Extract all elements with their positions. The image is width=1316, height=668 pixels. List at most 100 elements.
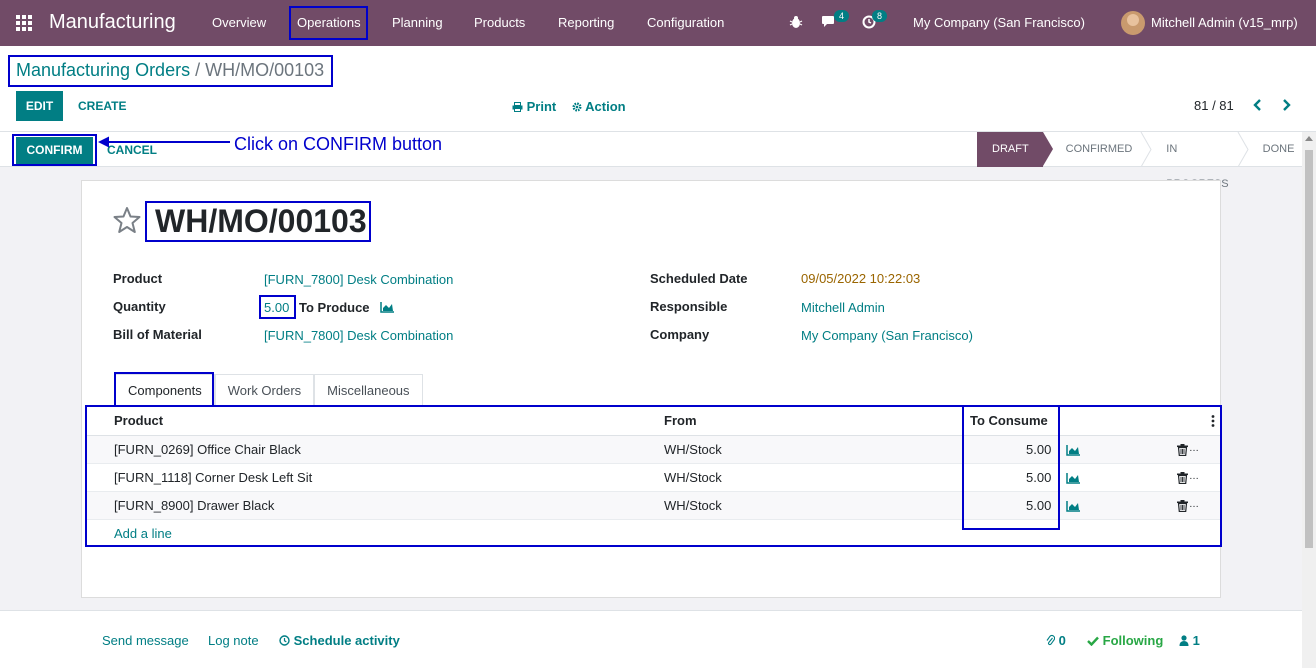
attachments-button[interactable]: 0 [1046, 633, 1066, 648]
table-row[interactable]: [FURN_1118] Corner Desk Left Sit WH/Stoc… [87, 464, 1220, 492]
stage-done-label: DONE [1262, 143, 1295, 155]
print-icon [512, 102, 523, 112]
company-value-link[interactable]: My Company (San Francisco) [801, 328, 973, 343]
activity-count-badge: 8 [872, 10, 888, 22]
company-label: Company [650, 327, 710, 342]
following-label: Following [1102, 633, 1164, 648]
record-title: WH/MO/00103 [155, 203, 367, 239]
scroll-up-arrow-icon[interactable] [1305, 136, 1313, 141]
send-message-button[interactable]: Send message [102, 633, 189, 648]
stage-draft-label: DRAFT [992, 143, 1029, 155]
chatter-bar: Send message Log note Schedule activity … [0, 610, 1302, 668]
following-button[interactable]: Following [1087, 633, 1163, 648]
row-from: WH/Stock [664, 442, 722, 457]
messages-count-badge: 4 [834, 10, 850, 22]
user-avatar[interactable] [1121, 11, 1145, 35]
apps-grid-icon[interactable] [16, 15, 32, 31]
stage-pipeline: DRAFT CONFIRMED IN PROGRESS DONE [977, 132, 1311, 190]
user-menu[interactable]: Mitchell Admin (v15_mrp) [1151, 15, 1298, 30]
log-note-button[interactable]: Log note [208, 633, 259, 648]
menu-products[interactable]: Products [474, 15, 525, 30]
control-panel: Manufacturing Orders / WH/MO/00103 EDIT … [0, 46, 1316, 132]
row-from: WH/Stock [664, 498, 722, 513]
top-navbar: Manufacturing Overview Operations Planni… [0, 0, 1316, 46]
row-product: [FURN_1118] Corner Desk Left Sit [114, 470, 313, 485]
notebook-tabs: Components Work Orders Miscellaneous [115, 374, 423, 406]
stage-done: DONE [1243, 132, 1311, 167]
to-produce-label: To Produce [299, 300, 370, 315]
debug-bug-icon[interactable] [789, 15, 803, 29]
create-button[interactable]: CREATE [78, 99, 126, 113]
bom-label: Bill of Material [113, 327, 202, 342]
column-header-product[interactable]: Product [114, 413, 163, 428]
row-product: [FURN_0269] Office Chair Black [114, 442, 301, 457]
check-icon [1087, 636, 1099, 647]
menu-planning[interactable]: Planning [392, 15, 443, 30]
menu-operations[interactable]: Operations [297, 15, 361, 30]
schedule-activity-button[interactable]: Schedule activity [279, 633, 400, 648]
star-favorite-icon[interactable] [113, 206, 141, 234]
app-name[interactable]: Manufacturing [49, 11, 176, 34]
responsible-value-link[interactable]: Mitchell Admin [801, 300, 885, 315]
breadcrumb-parent-link[interactable]: Manufacturing Orders [16, 60, 190, 80]
tab-components[interactable]: Components [115, 374, 215, 406]
product-label: Product [113, 271, 163, 286]
optional-columns-kebab-icon[interactable] [1211, 415, 1215, 427]
edit-button[interactable]: EDIT [16, 91, 63, 121]
bom-value-link[interactable]: [FURN_7800] Desk Combination [264, 328, 453, 343]
forecast-chart-icon[interactable] [380, 301, 395, 313]
product-value-link[interactable]: [FURN_7800] Desk Combination [264, 272, 453, 287]
add-a-line-link[interactable]: Add a line [114, 526, 172, 541]
company-switcher[interactable]: My Company (San Francisco) [913, 15, 1085, 30]
gear-icon [572, 102, 582, 112]
print-dropdown[interactable]: Print [512, 99, 556, 114]
chevron-left-icon[interactable] [1252, 98, 1264, 112]
trash-icon[interactable] [1177, 444, 1188, 456]
stage-confirmed-label: CONFIRMED [1065, 143, 1133, 155]
print-label: Print [526, 99, 557, 114]
menu-configuration[interactable]: Configuration [647, 15, 724, 30]
row-from: WH/Stock [664, 470, 722, 485]
breadcrumb: Manufacturing Orders / WH/MO/00103 [16, 60, 324, 81]
column-header-to-consume[interactable]: To Consume [970, 413, 1048, 428]
row-to-consume: 5.00 [1026, 470, 1052, 485]
clock-icon [279, 635, 290, 646]
quantity-value: 5.00 [264, 300, 290, 315]
page-scrollbar[interactable] [1302, 132, 1316, 668]
responsible-label: Responsible [650, 299, 728, 314]
table-header: Product From To Consume [87, 406, 1220, 436]
action-dropdown[interactable]: Action [572, 99, 626, 114]
followers-button[interactable]: 1 [1179, 633, 1200, 648]
row-to-consume: 5.00 [1026, 498, 1052, 513]
column-header-from[interactable]: From [664, 413, 697, 428]
pager-value[interactable]: 81 / 81 [1194, 98, 1234, 113]
stage-confirmed: CONFIRMED [1043, 132, 1152, 167]
row-to-consume: 5.00 [1026, 442, 1052, 457]
forecast-chart-icon[interactable] [1066, 500, 1081, 512]
scrollbar-thumb[interactable] [1305, 150, 1313, 548]
action-label: Action [585, 99, 626, 114]
schedule-activity-label: Schedule activity [293, 633, 400, 648]
tab-miscellaneous[interactable]: Miscellaneous [314, 374, 423, 406]
row-overflow-ellipsis: … [1189, 499, 1199, 510]
tab-work-orders[interactable]: Work Orders [214, 374, 315, 406]
menu-overview[interactable]: Overview [212, 15, 266, 30]
paperclip-icon [1046, 634, 1056, 646]
annotation-instruction: Click on CONFIRM button [234, 134, 443, 154]
followers-count: 1 [1192, 633, 1200, 648]
row-overflow-ellipsis: … [1189, 471, 1199, 482]
quantity-label: Quantity [113, 299, 166, 314]
breadcrumb-current: WH/MO/00103 [205, 60, 325, 80]
forecast-chart-icon[interactable] [1066, 472, 1081, 484]
forecast-chart-icon[interactable] [1066, 444, 1081, 456]
table-row[interactable]: [FURN_0269] Office Chair Black WH/Stock … [87, 436, 1220, 464]
trash-icon[interactable] [1177, 500, 1188, 512]
scheduled-date-value: 09/05/2022 10:22:03 [801, 271, 921, 286]
trash-icon[interactable] [1177, 472, 1188, 484]
confirm-button[interactable]: CONFIRM [16, 137, 93, 164]
breadcrumb-separator: / [195, 60, 201, 80]
scheduled-date-label: Scheduled Date [650, 271, 748, 286]
menu-reporting[interactable]: Reporting [558, 15, 614, 30]
table-row[interactable]: [FURN_8900] Drawer Black WH/Stock 5.00 … [87, 492, 1220, 520]
chevron-right-icon[interactable] [1280, 98, 1292, 112]
